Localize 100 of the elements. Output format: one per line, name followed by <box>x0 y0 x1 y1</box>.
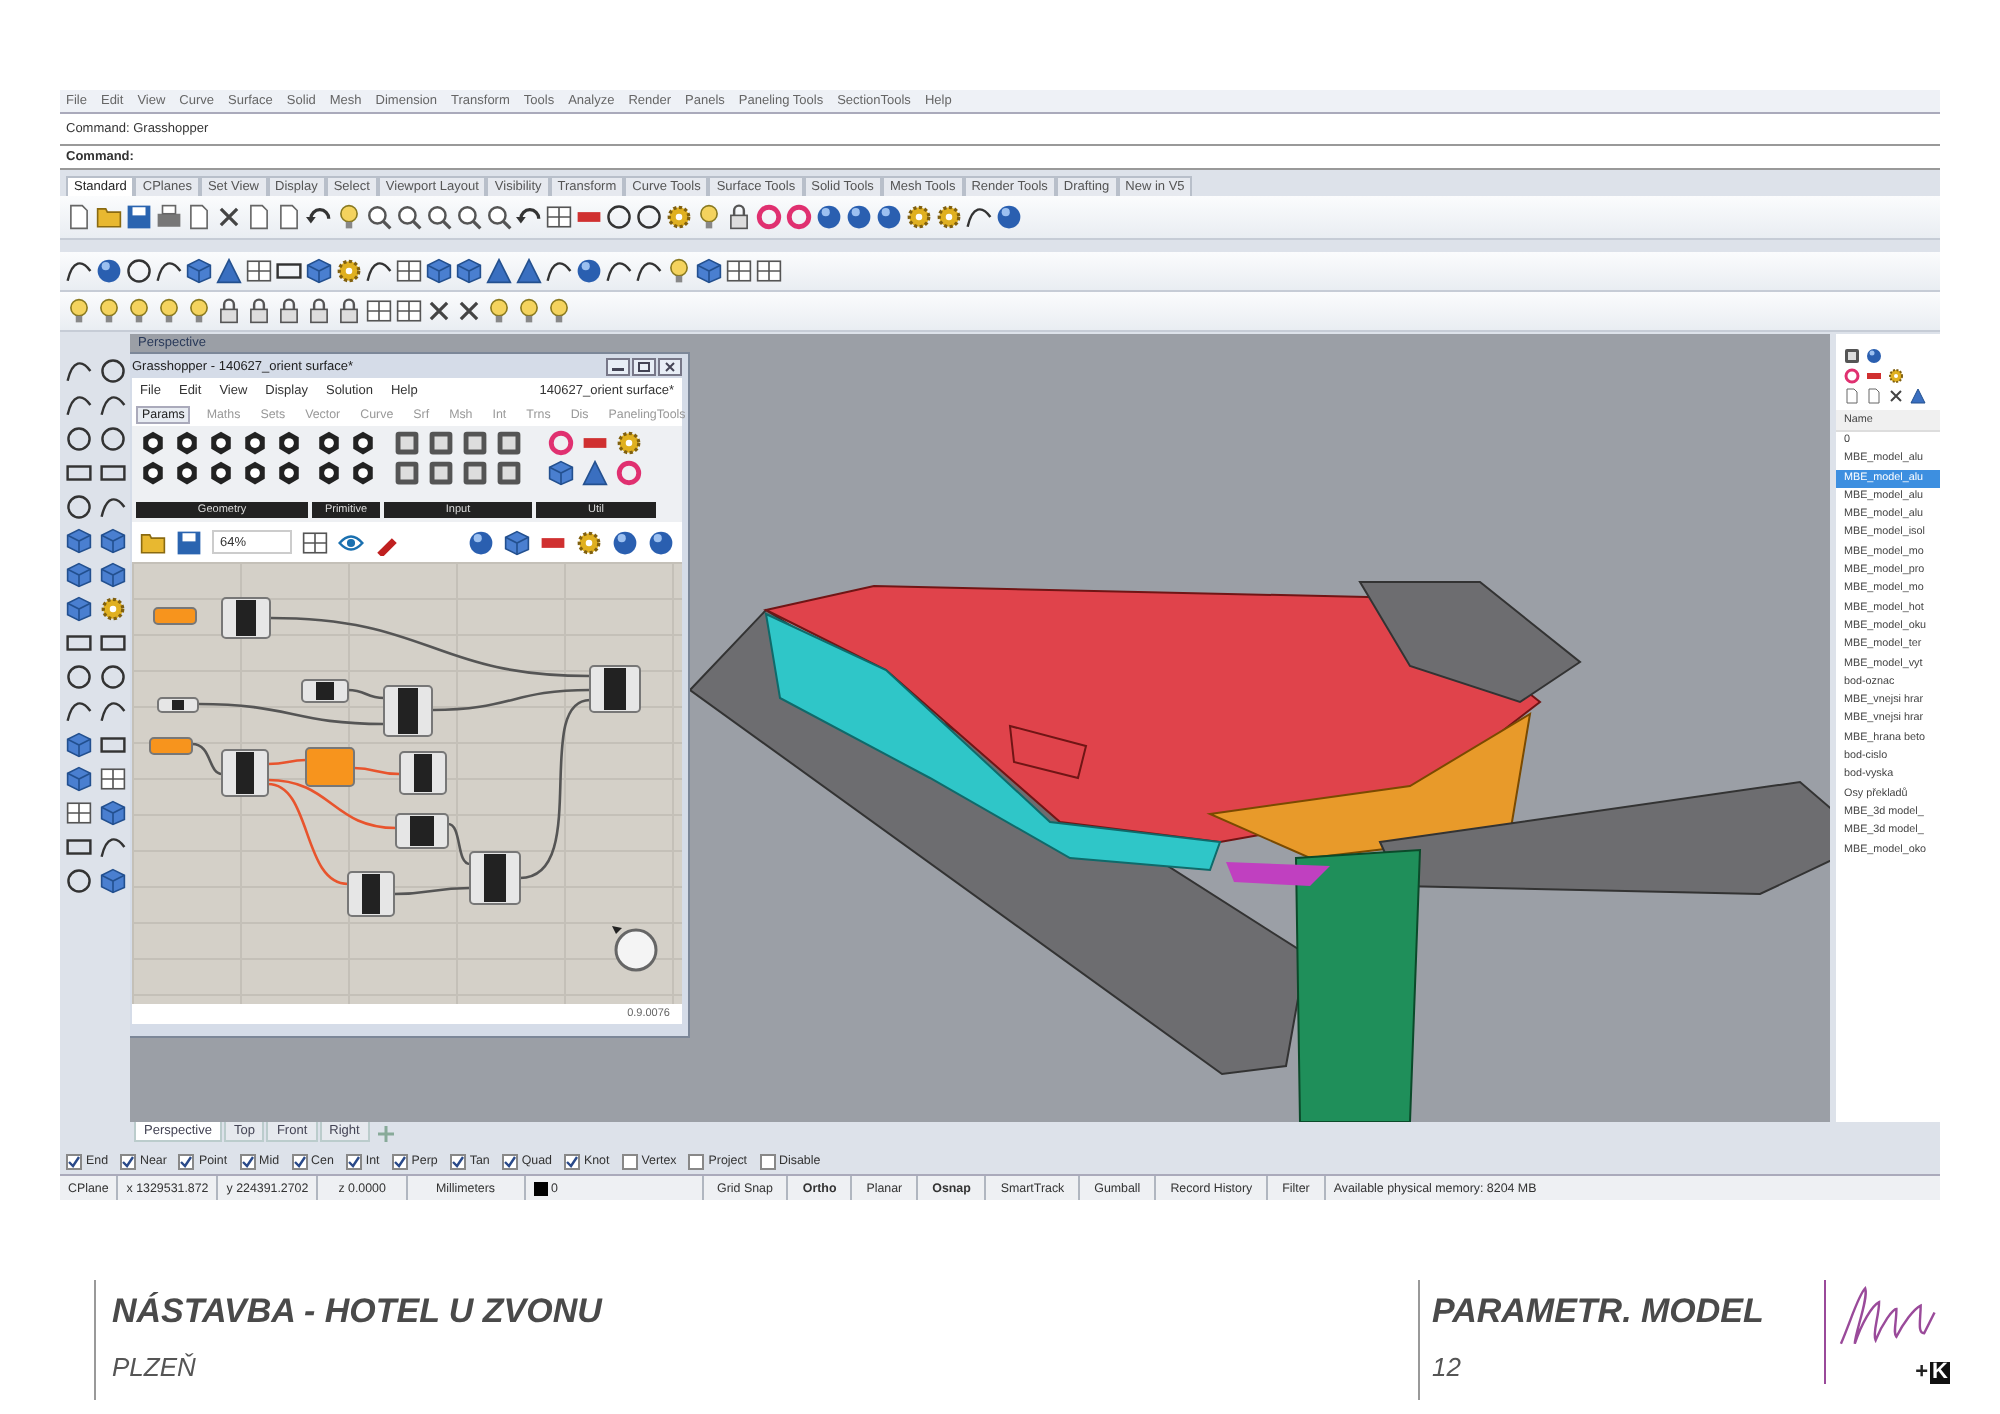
canvas[interactable] <box>132 562 682 1004</box>
checkbox[interactable] <box>239 1153 256 1169</box>
rectangle-icon[interactable] <box>65 834 91 860</box>
cube-icon[interactable] <box>548 460 574 486</box>
checkbox[interactable] <box>120 1153 137 1169</box>
lock-icon[interactable] <box>276 298 302 324</box>
curve-icon[interactable] <box>65 392 91 418</box>
hexagon-icon[interactable] <box>349 460 375 486</box>
hexagon-icon[interactable] <box>174 430 200 456</box>
tile-icon[interactable] <box>1844 348 1860 364</box>
grid-icon[interactable] <box>726 258 752 284</box>
bulb-icon[interactable] <box>186 298 212 324</box>
save-icon[interactable] <box>176 529 202 555</box>
checkbox[interactable] <box>291 1153 308 1169</box>
bulb-icon[interactable] <box>66 298 92 324</box>
circle-icon[interactable] <box>126 258 152 284</box>
cube-icon[interactable] <box>696 258 722 284</box>
tile-icon[interactable] <box>495 430 521 456</box>
gear-icon[interactable] <box>336 258 362 284</box>
checkbox[interactable] <box>178 1153 195 1169</box>
hexagon-icon[interactable] <box>208 430 234 456</box>
gear-icon[interactable] <box>666 204 692 230</box>
folder-icon[interactable] <box>140 529 166 555</box>
hexagon-icon[interactable] <box>140 460 166 486</box>
sphere-icon[interactable] <box>1866 348 1882 364</box>
bulb-icon[interactable] <box>486 298 512 324</box>
cube-icon[interactable] <box>65 732 91 758</box>
save-icon[interactable] <box>126 204 152 230</box>
circle-icon[interactable] <box>65 426 91 452</box>
zoom-icon[interactable] <box>486 204 512 230</box>
hexagon-icon[interactable] <box>208 460 234 486</box>
bulb-icon[interactable] <box>336 204 362 230</box>
component-node[interactable] <box>157 697 199 713</box>
circle-icon[interactable] <box>606 204 632 230</box>
tile-icon[interactable] <box>393 460 419 486</box>
zoom-icon[interactable] <box>456 204 482 230</box>
rectangle-icon[interactable] <box>99 460 125 486</box>
gear-icon[interactable] <box>936 204 962 230</box>
gear-icon[interactable] <box>576 529 602 555</box>
curve-icon[interactable] <box>65 698 91 724</box>
grid-icon[interactable] <box>65 800 91 826</box>
grid-icon[interactable] <box>756 258 782 284</box>
circle-icon[interactable] <box>99 664 125 690</box>
tile-icon[interactable] <box>427 460 453 486</box>
circle-icon[interactable] <box>99 358 125 384</box>
circle-icon[interactable] <box>636 204 662 230</box>
bulb-icon[interactable] <box>96 298 122 324</box>
curve-icon[interactable] <box>366 258 392 284</box>
file-icon[interactable] <box>246 204 272 230</box>
cube-icon[interactable] <box>65 766 91 792</box>
gear-icon[interactable] <box>1888 368 1904 384</box>
checkbox[interactable] <box>501 1153 518 1169</box>
curve-icon[interactable] <box>966 204 992 230</box>
rectangle-icon[interactable] <box>65 460 91 486</box>
cone-icon[interactable] <box>1910 388 1926 404</box>
cone-icon[interactable] <box>516 258 542 284</box>
curve-icon[interactable] <box>99 834 125 860</box>
viewport[interactable] <box>130 334 1830 1122</box>
cube-icon[interactable] <box>65 528 91 554</box>
checkbox[interactable] <box>66 1153 82 1169</box>
ring-icon[interactable] <box>548 430 574 456</box>
minimize-icon[interactable] <box>606 357 630 375</box>
printer-icon[interactable] <box>156 204 182 230</box>
grid-icon[interactable] <box>246 258 272 284</box>
zoom-icon[interactable] <box>396 204 422 230</box>
sphere-icon[interactable] <box>468 529 494 555</box>
tile-icon[interactable] <box>427 430 453 456</box>
component-node[interactable] <box>589 665 641 713</box>
component-node[interactable] <box>149 737 193 755</box>
cube-icon[interactable] <box>99 800 125 826</box>
circle-icon[interactable] <box>65 494 91 520</box>
rectangle-icon[interactable] <box>99 732 125 758</box>
hexagon-icon[interactable] <box>242 460 268 486</box>
checkbox[interactable] <box>688 1153 705 1169</box>
rectangle-icon[interactable] <box>276 258 302 284</box>
navigation-widget[interactable] <box>612 926 658 972</box>
sphere-icon[interactable] <box>816 204 842 230</box>
component-node[interactable] <box>383 685 433 737</box>
cross-icon[interactable] <box>456 298 482 324</box>
sphere-icon[interactable] <box>648 529 674 555</box>
lock-icon[interactable] <box>336 298 362 324</box>
lock-icon[interactable] <box>216 298 242 324</box>
curve-icon[interactable] <box>606 258 632 284</box>
curve-icon[interactable] <box>65 358 91 384</box>
sphere-icon[interactable] <box>576 258 602 284</box>
zoom-icon[interactable] <box>426 204 452 230</box>
gear-icon[interactable] <box>99 596 125 622</box>
cube-icon[interactable] <box>456 258 482 284</box>
curve-icon[interactable] <box>546 258 572 284</box>
sphere-icon[interactable] <box>96 258 122 284</box>
gear-icon[interactable] <box>616 430 642 456</box>
zoom-icon[interactable] <box>366 204 392 230</box>
cone-icon[interactable] <box>216 258 242 284</box>
hexagon-icon[interactable] <box>174 460 200 486</box>
cube-icon[interactable] <box>426 258 452 284</box>
component-node[interactable] <box>305 747 355 787</box>
ring-icon[interactable] <box>616 460 642 486</box>
component-node[interactable] <box>221 597 271 639</box>
hexagon-icon[interactable] <box>315 460 341 486</box>
checkbox[interactable] <box>563 1153 580 1169</box>
